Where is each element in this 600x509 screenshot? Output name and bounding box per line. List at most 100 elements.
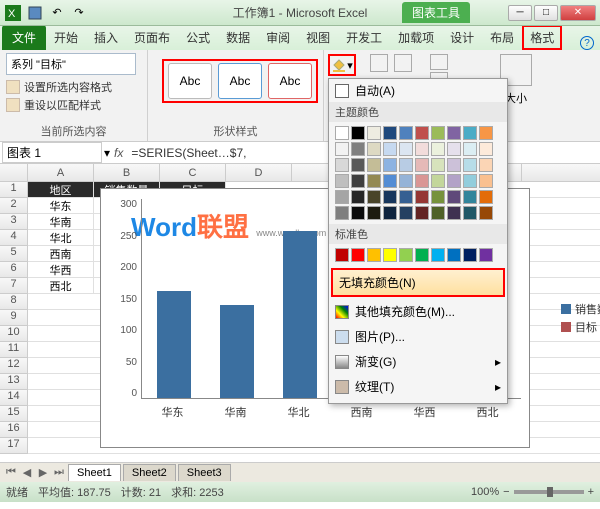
cell[interactable]: 地区 [28,182,94,197]
tab-home[interactable]: 开始 [46,25,86,50]
color-swatch[interactable] [479,248,493,262]
picture-fill-item[interactable]: 图片(P)... [329,324,507,349]
color-swatch[interactable] [399,248,413,262]
color-swatch[interactable] [447,142,461,156]
row-header[interactable]: 17 [0,438,28,454]
wordart-icon-1[interactable] [370,54,388,72]
color-swatch[interactable] [335,174,349,188]
color-swatch[interactable] [399,158,413,172]
color-swatch[interactable] [383,158,397,172]
color-swatch[interactable] [479,206,493,220]
fx-icon[interactable]: fx [110,146,127,160]
color-swatch[interactable] [367,126,381,140]
color-swatch[interactable] [335,206,349,220]
maximize-button[interactable]: □ [534,5,558,21]
color-swatch[interactable] [415,174,429,188]
color-swatch[interactable] [463,206,477,220]
no-fill-item[interactable]: 无填充颜色(N) [331,268,505,297]
tab-formulas[interactable]: 公式 [178,25,218,50]
color-swatch[interactable] [351,248,365,262]
tab-layout[interactable]: 布局 [482,25,522,50]
color-swatch[interactable] [415,158,429,172]
chart-element-selector[interactable]: 系列 "目标" [6,53,136,75]
sheet-tab[interactable]: Sheet3 [178,464,231,481]
cell[interactable]: 华南 [28,214,94,229]
row-header[interactable]: 14 [0,390,28,406]
row-header[interactable]: 3 [0,214,28,230]
shape-style-1[interactable]: Abc [168,63,212,99]
color-swatch[interactable] [463,248,477,262]
help-icon[interactable]: ? [580,36,594,50]
color-swatch[interactable] [351,206,365,220]
tab-nav-first-icon[interactable]: ⏮ [4,466,18,480]
shape-style-gallery[interactable]: Abc Abc Abc [162,59,318,103]
color-swatch[interactable] [335,126,349,140]
color-swatch[interactable] [479,158,493,172]
chart-bar[interactable] [157,291,191,398]
color-swatch[interactable] [383,142,397,156]
color-swatch[interactable] [351,190,365,204]
chart-bar[interactable] [283,231,317,398]
wordart-icon-2[interactable] [394,54,412,72]
undo-icon[interactable]: ↶ [48,4,66,22]
color-swatch[interactable] [479,126,493,140]
color-swatch[interactable] [431,206,445,220]
sheet-tab[interactable]: Sheet1 [68,464,121,481]
tab-insert[interactable]: 插入 [86,25,126,50]
color-swatch[interactable] [431,142,445,156]
color-swatch[interactable] [479,174,493,188]
tab-file[interactable]: 文件 [2,25,46,50]
col-header[interactable]: B [94,164,160,181]
row-header[interactable]: 11 [0,342,28,358]
cell[interactable]: 华西 [28,262,94,277]
color-swatch[interactable] [447,158,461,172]
row-header[interactable]: 5 [0,246,28,262]
zoom-in-icon[interactable]: + [588,486,594,498]
color-swatch[interactable] [351,126,365,140]
row-header[interactable]: 2 [0,198,28,214]
bring-forward-icon[interactable] [430,54,448,70]
color-swatch[interactable] [335,158,349,172]
color-swatch[interactable] [431,190,445,204]
tab-nav-last-icon[interactable]: ⏭ [52,466,66,480]
col-header[interactable]: A [28,164,94,181]
zoom-slider[interactable] [514,490,584,494]
row-header[interactable]: 9 [0,310,28,326]
color-swatch[interactable] [479,190,493,204]
tab-nav-next-icon[interactable]: ▶ [36,466,50,480]
color-swatch[interactable] [335,142,349,156]
color-swatch[interactable] [463,158,477,172]
col-header[interactable]: C [160,164,226,181]
color-swatch[interactable] [351,158,365,172]
color-swatch[interactable] [463,190,477,204]
zoom-out-icon[interactable]: − [503,486,509,498]
color-swatch[interactable] [383,248,397,262]
format-selection-button[interactable]: 设置所选内容格式 [6,78,141,96]
cell[interactable]: 西南 [28,246,94,261]
color-swatch[interactable] [383,206,397,220]
cell[interactable]: 西北 [28,278,94,293]
color-swatch[interactable] [431,248,445,262]
color-swatch[interactable] [399,142,413,156]
color-swatch[interactable] [335,190,349,204]
tab-view[interactable]: 视图 [298,25,338,50]
tab-data[interactable]: 数据 [218,25,258,50]
color-swatch[interactable] [383,190,397,204]
tab-nav-prev-icon[interactable]: ◀ [20,466,34,480]
color-swatch[interactable] [431,158,445,172]
col-header[interactable]: D [226,164,292,181]
reset-match-button[interactable]: 重设以匹配样式 [6,96,141,114]
shape-fill-button[interactable]: ▾ [328,54,356,76]
color-swatch[interactable] [367,206,381,220]
tab-format[interactable]: 格式 [522,25,562,50]
row-header[interactable]: 1 [0,182,28,198]
more-colors-item[interactable]: 其他填充颜色(M)... [329,299,507,324]
name-box[interactable]: 图表 1 [2,142,102,163]
color-swatch[interactable] [431,126,445,140]
tab-review[interactable]: 审阅 [258,25,298,50]
color-swatch[interactable] [399,190,413,204]
tab-addins[interactable]: 加载项 [390,25,442,50]
color-swatch[interactable] [463,126,477,140]
color-swatch[interactable] [447,190,461,204]
cell[interactable]: 华北 [28,230,94,245]
